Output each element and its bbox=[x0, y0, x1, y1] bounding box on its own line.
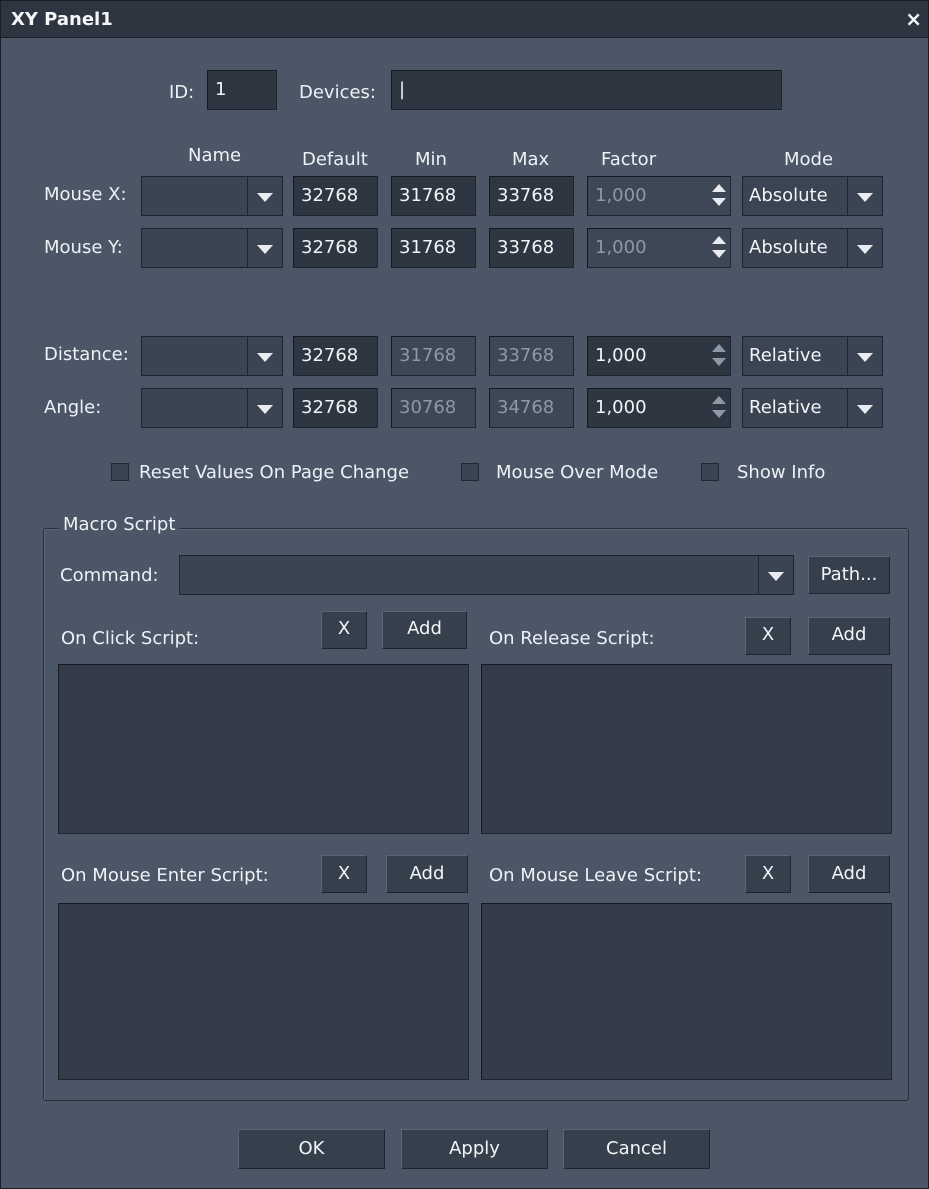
mouse-x-factor[interactable]: 1,000 bbox=[587, 176, 731, 216]
mouse-y-default[interactable]: 32768 bbox=[293, 228, 378, 268]
angle-label: Angle: bbox=[44, 397, 102, 418]
on-click-script-editor[interactable] bbox=[58, 664, 469, 834]
mouse-x-name-select[interactable] bbox=[141, 176, 283, 216]
mouse-x-max[interactable]: 33768 bbox=[489, 176, 574, 216]
chevron-down-icon[interactable] bbox=[247, 177, 282, 215]
on-release-script-editor[interactable] bbox=[481, 664, 892, 834]
chevron-down-icon[interactable] bbox=[247, 229, 282, 267]
spinner-arrows-icon[interactable] bbox=[712, 344, 726, 368]
show-info-label: Show Info bbox=[737, 462, 826, 483]
col-name-header: Name bbox=[188, 145, 242, 166]
on-leave-label: On Mouse Leave Script: bbox=[489, 865, 702, 886]
command-select[interactable] bbox=[179, 555, 794, 595]
mouse-y-label: Mouse Y: bbox=[44, 237, 123, 258]
mouse-y-mode-value: Absolute bbox=[749, 237, 828, 258]
distance-mode-value: Relative bbox=[749, 345, 822, 366]
col-max-header: Max bbox=[512, 149, 550, 170]
xy-panel-dialog: XY Panel1 × ID: 1 Devices: | Name Defaul… bbox=[0, 0, 929, 1189]
reset-values-label: Reset Values On Page Change bbox=[139, 462, 410, 483]
angle-name-select[interactable] bbox=[141, 388, 283, 428]
col-mode-header: Mode bbox=[784, 149, 834, 170]
angle-mode-value: Relative bbox=[749, 397, 822, 418]
chevron-down-icon[interactable] bbox=[247, 389, 282, 427]
spinner-arrows-icon[interactable] bbox=[712, 236, 726, 260]
distance-default[interactable]: 32768 bbox=[293, 336, 378, 376]
reset-values-checkbox[interactable] bbox=[111, 463, 129, 481]
mouse-x-label: Mouse X: bbox=[44, 184, 127, 205]
angle-factor-value: 1,000 bbox=[595, 397, 647, 418]
macro-script-title: Macro Script bbox=[59, 514, 180, 535]
devices-field[interactable]: | bbox=[391, 70, 782, 110]
chevron-down-icon[interactable] bbox=[247, 337, 282, 375]
chevron-down-icon[interactable] bbox=[847, 177, 882, 215]
angle-default[interactable]: 32768 bbox=[293, 388, 378, 428]
angle-factor[interactable]: 1,000 bbox=[587, 388, 731, 428]
devices-label: Devices: bbox=[299, 82, 377, 103]
distance-label: Distance: bbox=[44, 344, 129, 365]
mouse-y-name-select[interactable] bbox=[141, 228, 283, 268]
ok-button[interactable]: OK bbox=[238, 1129, 385, 1169]
col-default-header: Default bbox=[302, 149, 368, 170]
distance-max[interactable]: 33768 bbox=[489, 336, 574, 376]
id-field[interactable]: 1 bbox=[207, 70, 277, 110]
mouse-x-mode-select[interactable]: Absolute bbox=[742, 176, 883, 216]
mouse-over-checkbox[interactable] bbox=[461, 463, 479, 481]
distance-name-select[interactable] bbox=[141, 336, 283, 376]
cancel-button[interactable]: Cancel bbox=[563, 1129, 710, 1169]
on-enter-clear-button[interactable]: X bbox=[321, 855, 367, 893]
mouse-x-mode-value: Absolute bbox=[749, 185, 828, 206]
on-enter-script-editor[interactable] bbox=[58, 903, 469, 1080]
on-release-add-button[interactable]: Add bbox=[808, 617, 890, 655]
distance-min[interactable]: 31768 bbox=[391, 336, 476, 376]
on-leave-add-button[interactable]: Add bbox=[808, 855, 890, 893]
on-click-clear-button[interactable]: X bbox=[321, 611, 367, 649]
on-click-add-button[interactable]: Add bbox=[382, 611, 467, 649]
on-enter-add-button[interactable]: Add bbox=[386, 855, 468, 893]
on-leave-script-editor[interactable] bbox=[481, 903, 892, 1080]
chevron-down-icon[interactable] bbox=[847, 337, 882, 375]
angle-min[interactable]: 30768 bbox=[391, 388, 476, 428]
command-label: Command: bbox=[60, 565, 159, 586]
mouse-y-min[interactable]: 31768 bbox=[391, 228, 476, 268]
apply-button[interactable]: Apply bbox=[401, 1129, 548, 1169]
chevron-down-icon[interactable] bbox=[758, 556, 793, 594]
on-release-clear-button[interactable]: X bbox=[745, 617, 791, 655]
on-leave-clear-button[interactable]: X bbox=[745, 855, 791, 893]
spinner-arrows-icon[interactable] bbox=[712, 396, 726, 420]
mouse-x-default[interactable]: 32768 bbox=[293, 176, 378, 216]
on-enter-label: On Mouse Enter Script: bbox=[61, 865, 269, 886]
mouse-x-factor-value: 1,000 bbox=[595, 185, 647, 206]
distance-factor-value: 1,000 bbox=[595, 345, 647, 366]
distance-mode-select[interactable]: Relative bbox=[742, 336, 883, 376]
chevron-down-icon[interactable] bbox=[847, 389, 882, 427]
on-click-label: On Click Script: bbox=[61, 628, 200, 649]
close-icon[interactable]: × bbox=[905, 7, 922, 31]
id-label: ID: bbox=[169, 82, 195, 103]
mouse-over-label: Mouse Over Mode bbox=[496, 462, 659, 483]
on-release-label: On Release Script: bbox=[489, 628, 655, 649]
spinner-arrows-icon[interactable] bbox=[712, 184, 726, 208]
title-bar[interactable]: XY Panel1 × bbox=[1, 1, 928, 38]
mouse-y-factor-value: 1,000 bbox=[595, 237, 647, 258]
window-title: XY Panel1 bbox=[11, 9, 113, 30]
angle-mode-select[interactable]: Relative bbox=[742, 388, 883, 428]
show-info-checkbox[interactable] bbox=[701, 463, 719, 481]
mouse-x-min[interactable]: 31768 bbox=[391, 176, 476, 216]
mouse-y-factor[interactable]: 1,000 bbox=[587, 228, 731, 268]
chevron-down-icon[interactable] bbox=[847, 229, 882, 267]
mouse-y-mode-select[interactable]: Absolute bbox=[742, 228, 883, 268]
angle-max[interactable]: 34768 bbox=[489, 388, 574, 428]
col-min-header: Min bbox=[415, 149, 447, 170]
mouse-y-max[interactable]: 33768 bbox=[489, 228, 574, 268]
distance-factor[interactable]: 1,000 bbox=[587, 336, 731, 376]
col-factor-header: Factor bbox=[601, 149, 657, 170]
path-button[interactable]: Path... bbox=[808, 556, 890, 594]
